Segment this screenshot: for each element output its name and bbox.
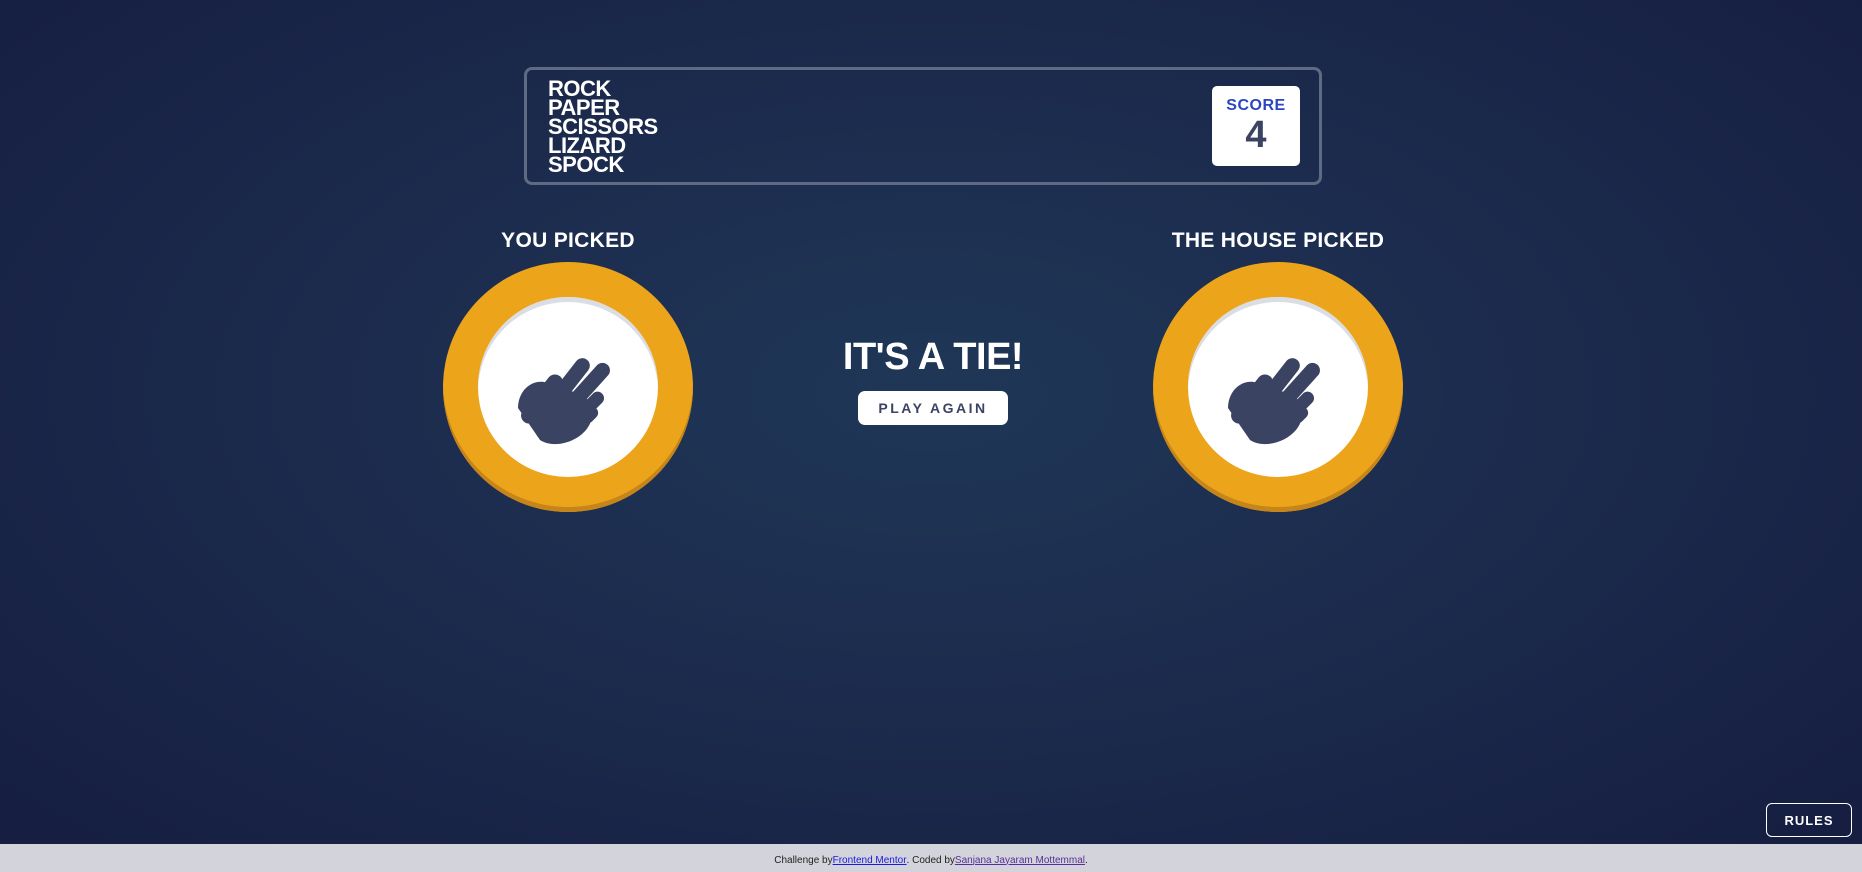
footer-middle: . Coded by [906,854,955,866]
rules-button[interactable]: RULES [1766,803,1852,837]
house-pick: THE HOUSE PICKED [1148,228,1408,512]
footer-suffix: . [1084,854,1088,866]
score-label: SCORE [1226,97,1286,114]
house-pick-label: THE HOUSE PICKED [1171,229,1385,252]
score-box: SCORE 4 [1212,86,1300,166]
score-value: 4 [1245,114,1267,156]
player-pick-label: YOU PICKED [501,229,635,252]
frontend-mentor-link[interactable]: Frontend Mentor [833,855,907,866]
play-again-button[interactable]: PLAY AGAIN [858,391,1008,425]
player-pick: YOU PICKED [438,228,698,512]
result-panel: IT'S A TIE! PLAY AGAIN [822,335,1044,425]
title-line-spock: SPOCK [548,151,624,177]
house-token [1153,262,1403,512]
player-token-inner [478,297,658,477]
game-title: ROCK PAPER SCISSORS LIZARD SPOCK [548,77,658,177]
author-link[interactable]: Sanjana Jayaram Mottemmal [955,855,1085,866]
scoreboard: ROCK PAPER SCISSORS LIZARD SPOCK SCORE 4 [524,67,1322,185]
footer-prefix: Challenge by [774,854,833,866]
house-token-inner [1188,297,1368,477]
spock-hand-icon [1228,358,1320,445]
result-text: IT'S A TIE! [842,336,1024,378]
player-token [443,262,693,512]
footer: Challenge by Frontend Mentor . Coded by … [0,844,1862,872]
spock-hand-icon [518,358,610,445]
